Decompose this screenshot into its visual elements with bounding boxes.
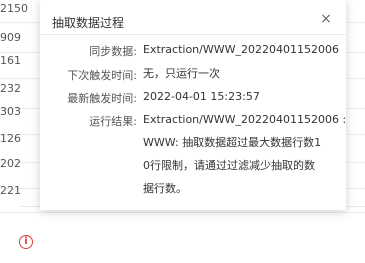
table-cell: 909 — [0, 31, 21, 44]
table-cell: 303 — [0, 105, 21, 118]
run-result-line: 据行数。 — [143, 182, 187, 195]
run-result-line: 0行限制，请通过过滤减少抽取的数 — [143, 159, 315, 172]
close-button[interactable]: × — [318, 11, 334, 27]
latest-trigger-label: 最新触发时间: — [67, 92, 137, 105]
dialog-header: 抽取数据过程 × — [40, 6, 346, 35]
run-result-line: WWW: 抽取数据超过最大数据行数1 — [143, 136, 322, 149]
dialog-title: 抽取数据过程 — [52, 16, 125, 30]
next-trigger-label: 下次触发时间: — [67, 69, 137, 82]
run-result-line: Extraction/WWW_20220401152006 : — [143, 113, 347, 126]
table-cell: 221 — [0, 184, 21, 197]
latest-trigger-value: 2022-04-01 15:23:57 — [143, 90, 260, 103]
next-trigger-value: 无，只运行一次 — [143, 67, 220, 80]
table-cell: 2150 — [0, 2, 28, 15]
run-result-label: 运行结果: — [89, 115, 137, 128]
info-icon[interactable]: i — [19, 235, 33, 249]
table-cell: 202 — [0, 157, 21, 170]
sync-data-value: Extraction/WWW_20220401152006 — [143, 43, 339, 56]
sync-data-label: 同步数据: — [89, 45, 137, 58]
table-cell: 126 — [0, 132, 21, 145]
extract-process-dialog: 抽取数据过程 × 同步数据: Extraction/WWW_2022040115… — [40, 0, 346, 210]
table-cell: 232 — [0, 82, 21, 95]
table-cell: 161 — [0, 54, 21, 67]
